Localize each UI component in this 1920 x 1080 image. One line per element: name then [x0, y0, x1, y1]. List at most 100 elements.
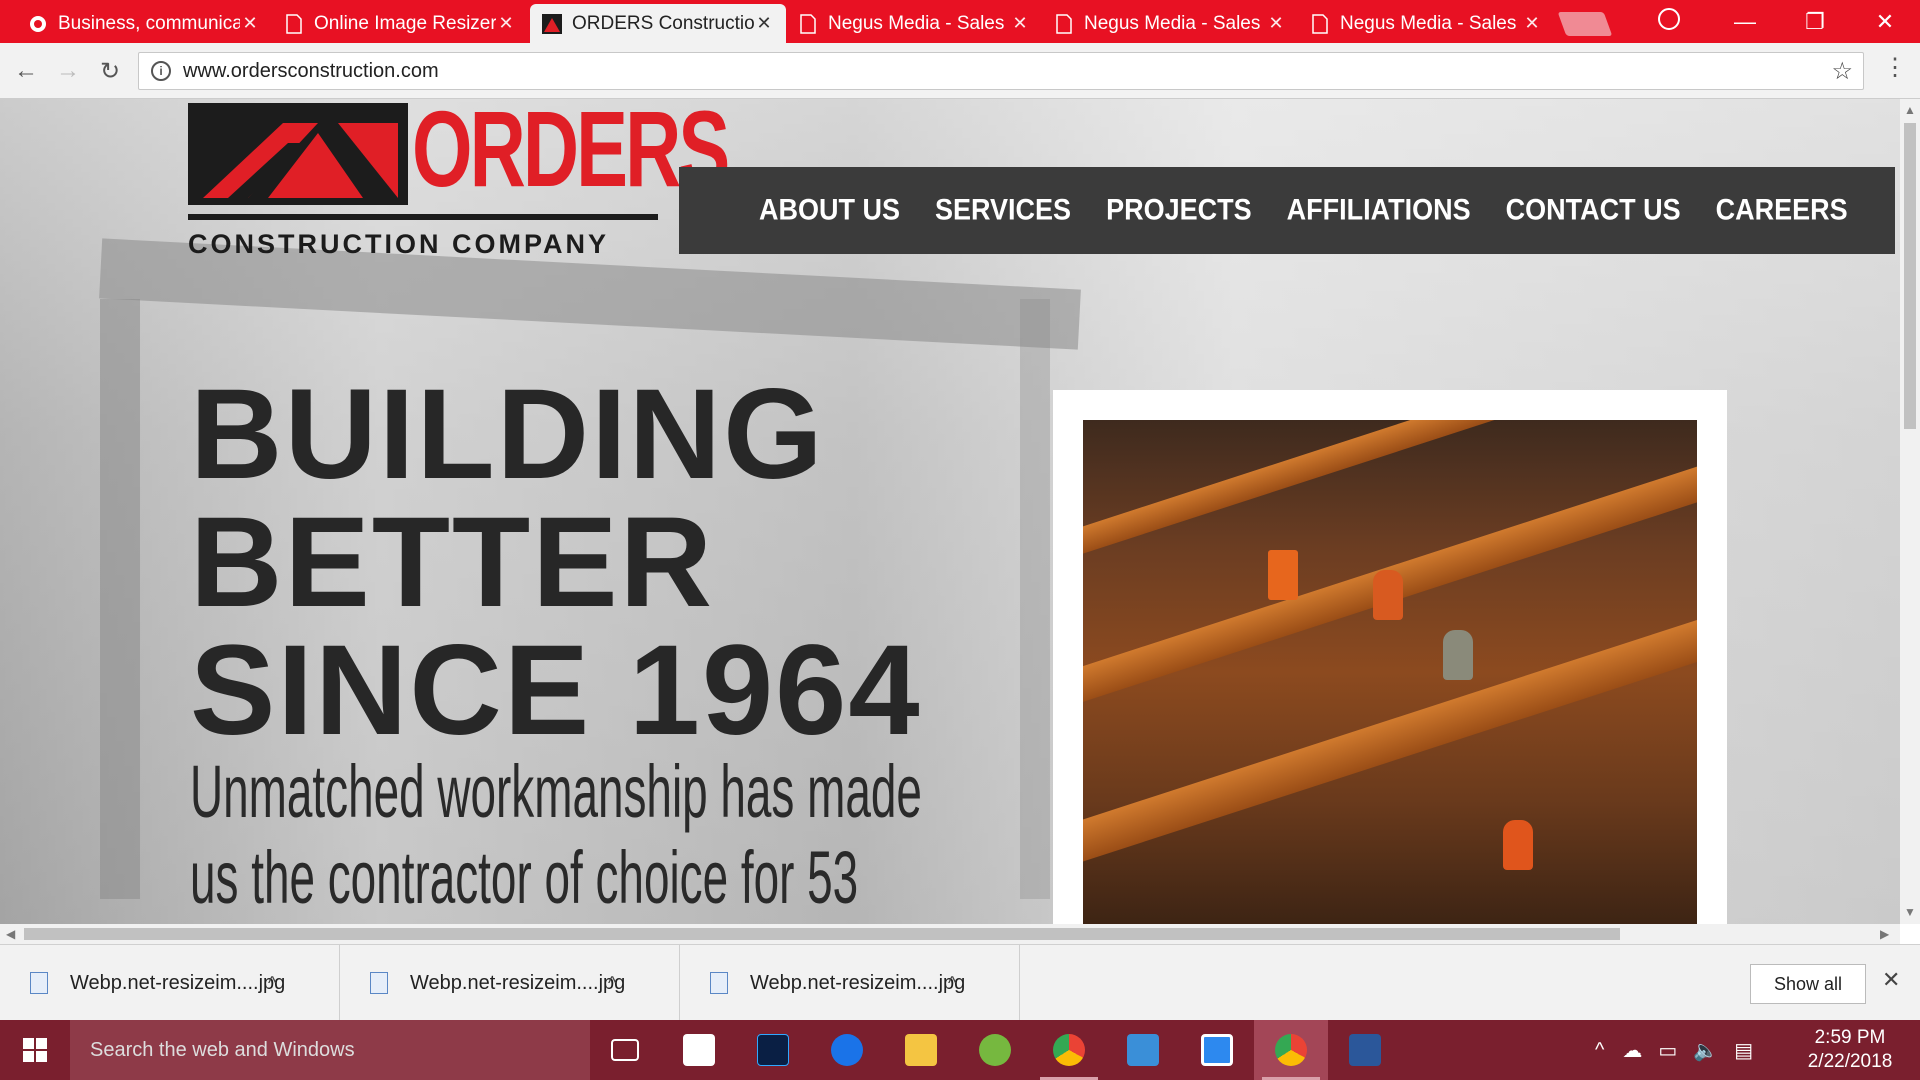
nav-projects[interactable]: PROJECTS: [1106, 194, 1252, 227]
chevron-up-icon[interactable]: ^: [608, 973, 616, 994]
forward-icon[interactable]: →: [50, 53, 86, 89]
orders-logo-icon: [542, 13, 562, 34]
logo-subtitle: CONSTRUCTION COMPANY: [188, 229, 609, 259]
notifications-icon[interactable]: ▤: [1734, 1038, 1753, 1063]
girder-shape: [1083, 420, 1697, 566]
hero-photo: [1083, 420, 1697, 924]
download-item[interactable]: Webp.net-resizeim....jpg ^: [0, 945, 340, 1021]
app-icon: [28, 14, 48, 34]
reload-icon[interactable]: ↻: [92, 53, 128, 89]
windows-start-icon[interactable]: [0, 1020, 70, 1080]
menu-icon[interactable]: ⋮: [1880, 53, 1910, 89]
download-filename: Webp.net-resizeim....jpg: [70, 971, 286, 994]
nav-affiliations[interactable]: AFFILIATIONS: [1287, 194, 1471, 227]
horizontal-scrollbar[interactable]: ◀ ▶: [0, 924, 1900, 944]
tab-title: Negus Media - Sales: [1084, 12, 1261, 34]
tab-title: ORDERS Constructio: [572, 12, 754, 34]
vertical-scrollbar[interactable]: ▲ ▼: [1900, 99, 1920, 924]
close-icon[interactable]: ✕: [1882, 967, 1900, 993]
mail-icon[interactable]: [1106, 1020, 1180, 1080]
minimize-icon[interactable]: —: [1710, 0, 1780, 43]
browser-toolbar: ← → ↻ i www.ordersconstruction.com ☆ ⋮: [0, 43, 1920, 99]
tab-strip: Business, communica ✕ Online Image Resiz…: [0, 0, 1920, 43]
download-item[interactable]: Webp.net-resizeim....jpg ^: [340, 945, 680, 1021]
tab-title: Negus Media - Sales: [828, 12, 1005, 34]
worker-figure: [1373, 570, 1403, 620]
background-pillar: [1020, 299, 1050, 899]
battery-icon[interactable]: ▭: [1658, 1038, 1677, 1063]
background-pillar: [100, 299, 140, 899]
logo-mark: [188, 103, 408, 205]
nav-careers[interactable]: CAREERS: [1716, 194, 1848, 227]
word-icon[interactable]: [1328, 1020, 1402, 1080]
download-item[interactable]: Webp.net-resizeim....jpg ^: [680, 945, 1020, 1021]
tab-0[interactable]: Business, communica ✕: [16, 4, 272, 43]
chrome-icon[interactable]: [1254, 1020, 1328, 1080]
tab-1[interactable]: Online Image Resizer ✕: [272, 4, 528, 43]
tagline-line: us the contractor of choice for 53: [190, 836, 859, 919]
nav-about-us[interactable]: ABOUT US: [759, 194, 900, 227]
store-icon[interactable]: [662, 1020, 736, 1080]
page-icon: [1054, 13, 1074, 34]
worker-figure: [1443, 630, 1473, 680]
scroll-thumb[interactable]: [1904, 123, 1916, 429]
page-icon: [284, 13, 304, 34]
bookmark-star-icon[interactable]: ☆: [1831, 57, 1853, 86]
new-tab-button[interactable]: [1557, 12, 1613, 36]
close-icon[interactable]: ✕: [1266, 13, 1286, 34]
page-icon: [1310, 13, 1330, 34]
utorrent-icon[interactable]: [958, 1020, 1032, 1080]
clock-date: 2/22/2018: [1807, 1051, 1893, 1072]
headline-line: BUILDING: [190, 363, 825, 506]
window-close-icon[interactable]: ✕: [1850, 0, 1920, 43]
logo-rule: [188, 214, 658, 220]
chevron-up-icon[interactable]: ^: [1595, 1039, 1604, 1062]
headline-line: SINCE 1964: [190, 619, 922, 762]
hero-tagline: Unmatched workmanship has made us the co…: [190, 749, 922, 921]
photoshop-icon[interactable]: [736, 1020, 810, 1080]
page-viewport: ORDERS CONSTRUCTION COMPANY ABOUT US SER…: [0, 99, 1900, 924]
chevron-up-icon[interactable]: ^: [948, 973, 956, 994]
chrome-icon[interactable]: [1032, 1020, 1106, 1080]
edge-icon[interactable]: [810, 1020, 884, 1080]
chevron-up-icon[interactable]: ^: [268, 973, 276, 994]
tab-3[interactable]: Negus Media - Sales ✕: [786, 4, 1042, 43]
close-icon[interactable]: ✕: [496, 13, 516, 34]
site-logo[interactable]: ORDERS CONSTRUCTION COMPANY: [188, 99, 730, 263]
hero-headline: BUILDING BETTER SINCE 1964: [190, 371, 922, 755]
main-nav: ABOUT US SERVICES PROJECTS AFFILIATIONS …: [679, 167, 1895, 254]
volume-icon[interactable]: 🔈: [1693, 1038, 1718, 1063]
task-view-icon[interactable]: [588, 1020, 662, 1080]
taskbar-search-box[interactable]: Search the web and Windows: [70, 1020, 590, 1080]
app-icon[interactable]: [1180, 1020, 1254, 1080]
image-file-icon: [370, 972, 388, 994]
close-icon[interactable]: ✕: [1522, 13, 1542, 34]
clock-time: 2:59 PM: [1814, 1027, 1886, 1048]
clock[interactable]: 2:59 PM 2/22/2018: [1805, 1026, 1895, 1074]
hero-photo-frame: [1053, 390, 1727, 924]
profile-icon[interactable]: [1658, 8, 1680, 30]
address-bar[interactable]: i www.ordersconstruction.com ☆: [138, 52, 1864, 90]
scroll-thumb[interactable]: [24, 928, 1620, 940]
windows-taskbar: Search the web and Windows ^ ☁ ▭ 🔈 ▤ 2:5…: [0, 1020, 1920, 1080]
show-all-button[interactable]: Show all: [1750, 964, 1866, 1004]
close-icon[interactable]: ✕: [1010, 13, 1030, 34]
page-icon: [798, 13, 818, 34]
url-text: www.ordersconstruction.com: [183, 59, 439, 82]
nav-contact-us[interactable]: CONTACT US: [1506, 194, 1681, 227]
info-icon[interactable]: i: [151, 61, 171, 81]
onedrive-icon[interactable]: ☁: [1622, 1038, 1642, 1063]
tab-2[interactable]: ORDERS Constructio ✕: [530, 4, 786, 43]
image-file-icon: [710, 972, 728, 994]
restore-icon[interactable]: ❐: [1780, 0, 1850, 43]
back-icon[interactable]: ←: [8, 53, 44, 89]
bucket-shape: [1268, 550, 1298, 600]
tab-4[interactable]: Negus Media - Sales ✕: [1042, 4, 1298, 43]
headline-line: BETTER: [190, 491, 714, 634]
download-shelf: Webp.net-resizeim....jpg ^ Webp.net-resi…: [0, 944, 1920, 1021]
close-icon[interactable]: ✕: [240, 13, 260, 34]
nav-services[interactable]: SERVICES: [935, 194, 1071, 227]
close-icon[interactable]: ✕: [754, 13, 774, 34]
tab-5[interactable]: Negus Media - Sales ✕: [1298, 4, 1554, 43]
file-explorer-icon[interactable]: [884, 1020, 958, 1080]
